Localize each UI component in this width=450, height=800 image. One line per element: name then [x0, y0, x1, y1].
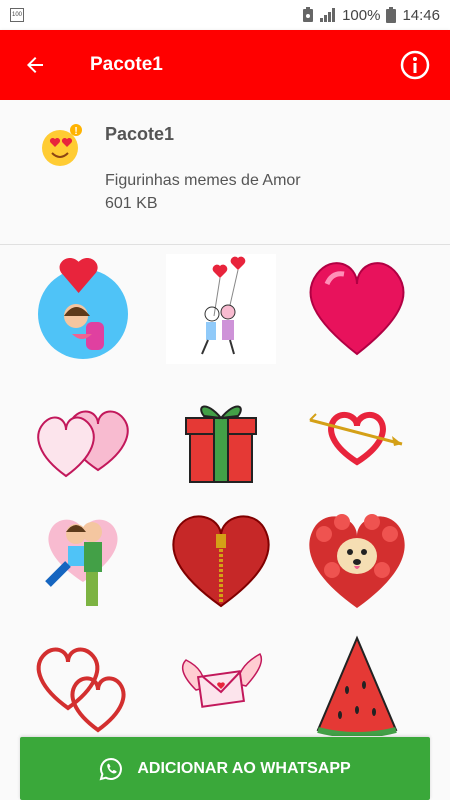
status-right: 100% 14:46 [302, 7, 440, 24]
status-bar: 100 100% 14:46 [0, 0, 450, 30]
zipper-heart-sticker[interactable] [166, 504, 276, 614]
svg-text:!: ! [74, 126, 77, 137]
hugging-couple-sticker[interactable] [28, 504, 138, 614]
signal-icon [320, 8, 336, 22]
outline-hearts-sticker[interactable] [28, 630, 138, 736]
sticker-grid [0, 246, 450, 736]
add-to-whatsapp-button[interactable]: ADICIONAR AO WHATSAPP [20, 737, 430, 800]
arrow-heart-sticker[interactable] [302, 380, 412, 490]
whatsapp-icon [99, 757, 123, 780]
page-title: Pacote1 [90, 54, 163, 75]
pack-size: 601 KB [105, 195, 158, 212]
stick-couple-balloons-sticker[interactable] [166, 254, 276, 364]
info-button[interactable] [380, 30, 450, 100]
back-button[interactable] [0, 30, 70, 100]
info-icon [400, 50, 430, 80]
pack-header: ! Pacote1 Figurinhas memes de Amor 601 K… [0, 100, 450, 245]
winged-letter-sticker[interactable] [166, 630, 276, 736]
toolbar: Pacote1 [0, 30, 450, 100]
pack-description: Figurinhas memes de Amor [105, 172, 301, 189]
add-to-whatsapp-label: ADICIONAR AO WHATSAPP [137, 759, 351, 777]
watermelon-slice-sticker[interactable] [302, 630, 412, 736]
arrow-left-icon [27, 57, 43, 73]
notification-icon: 100 [10, 8, 24, 22]
battery-icon [386, 7, 397, 23]
gift-box-sticker[interactable] [166, 380, 276, 490]
dog-rose-heart-sticker[interactable] [302, 504, 412, 614]
double-glass-hearts-sticker[interactable] [28, 380, 138, 490]
pack-name: Pacote1 [105, 124, 175, 144]
heart-eyes-emoji-icon: ! [42, 124, 82, 166]
battery-saver-icon [303, 7, 314, 22]
couple-balloon-heart-sticker[interactable] [28, 254, 138, 364]
pink-heart-sticker[interactable] [302, 254, 412, 364]
battery-percent: 100% [342, 6, 381, 24]
clock: 14:46 [402, 6, 440, 24]
